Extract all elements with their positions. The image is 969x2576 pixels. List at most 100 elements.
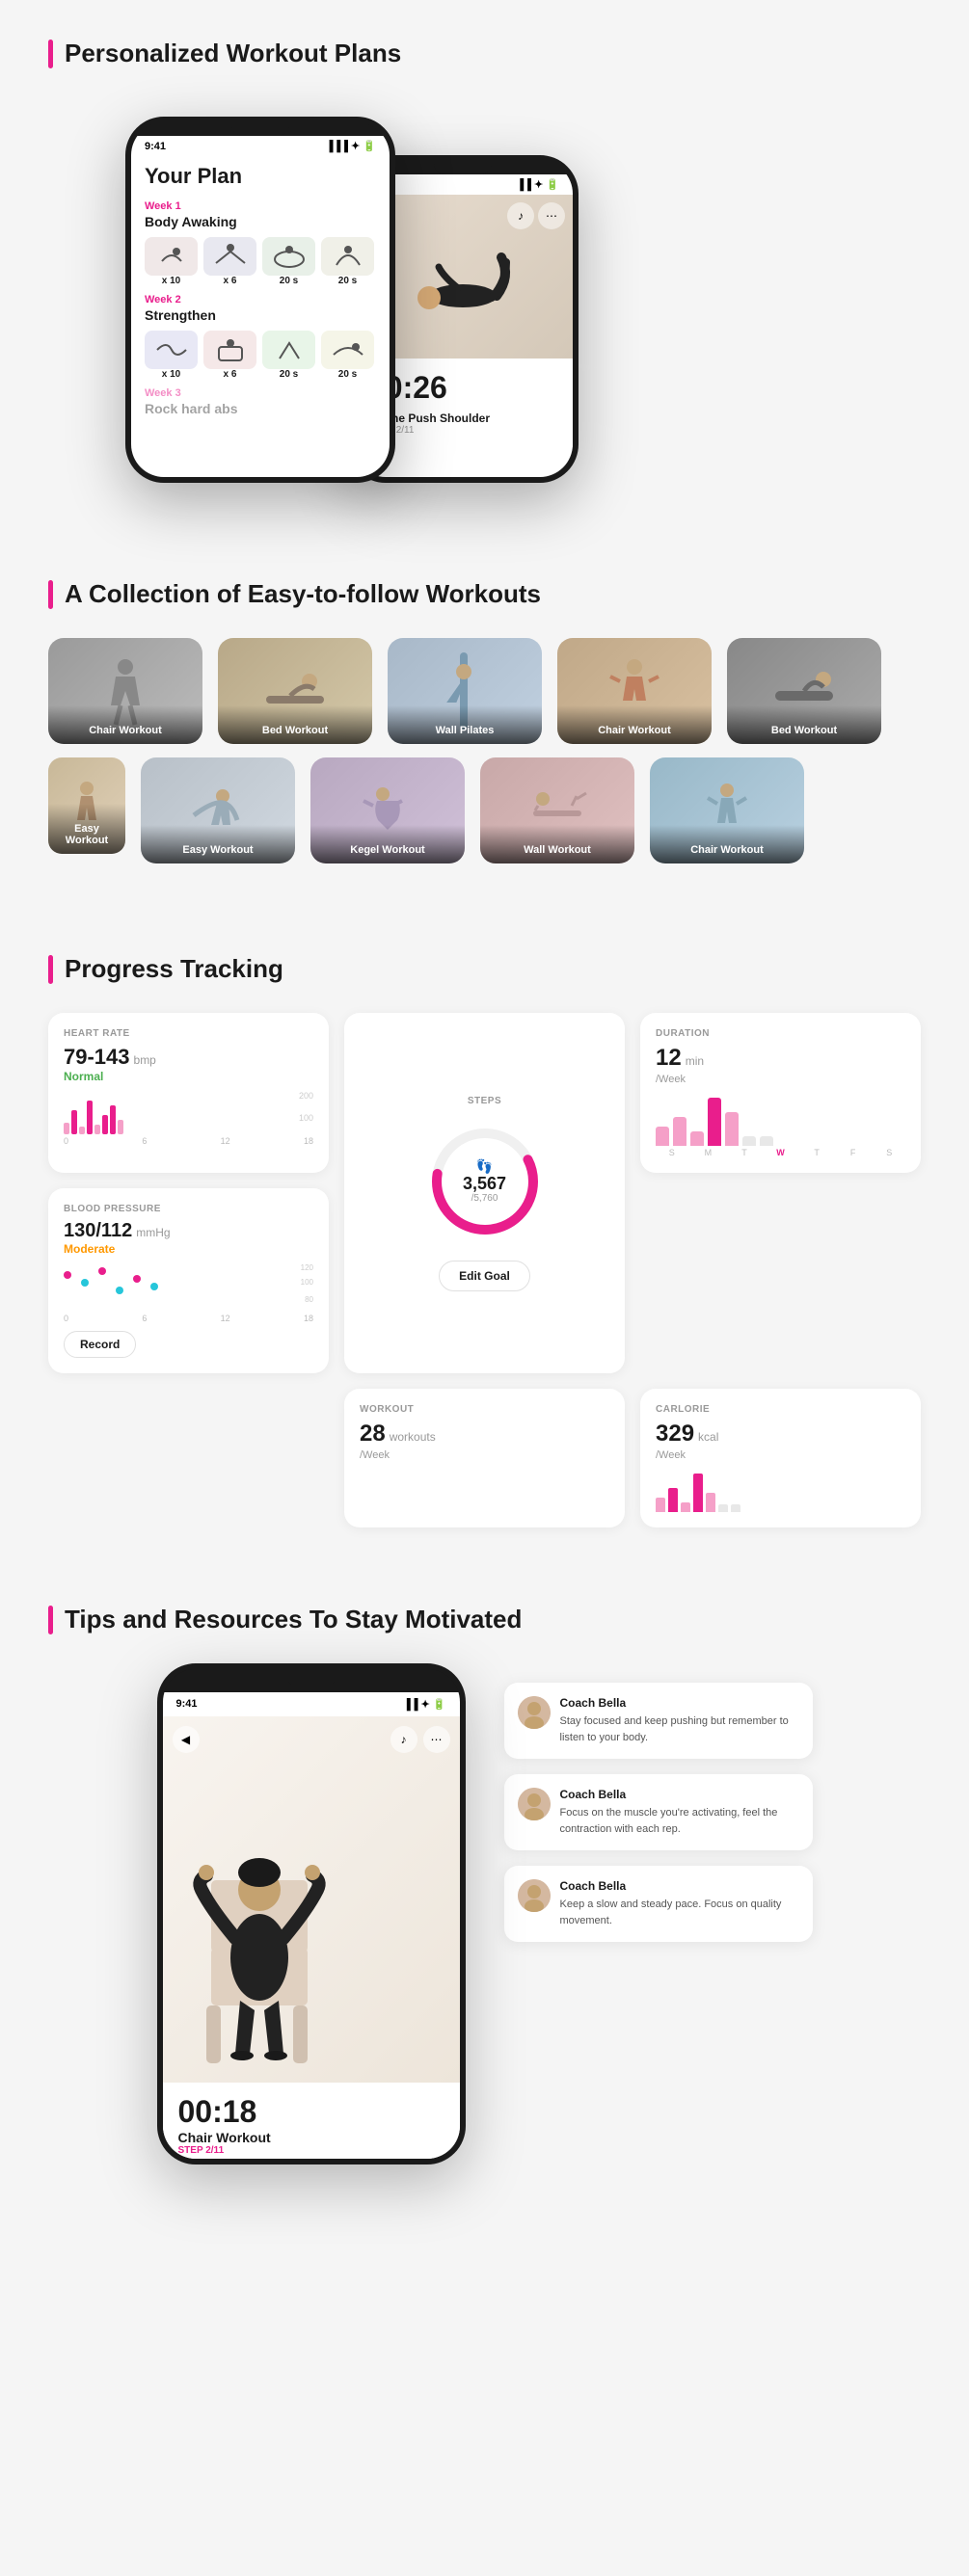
workout-row-2: Easy Workout Easy Workout Kegel Workout … (0, 757, 969, 863)
coach-avatar-3 (518, 1879, 551, 1912)
exercise-thumb (321, 237, 374, 276)
plan-title: Your Plan (145, 164, 376, 189)
tip-content-3: Coach Bella Keep a slow and steady pace.… (560, 1879, 799, 1928)
tips-workout-area: ◀ ♪ ⋯ (163, 1716, 460, 2083)
exercise-thumb (145, 237, 198, 276)
dot (133, 1275, 141, 1283)
dur-days: S M T W T F S (656, 1148, 905, 1157)
hr-value-row: 79-143 bmp (64, 1045, 313, 1070)
collection-title-wrap: A Collection of Easy-to-follow Workouts (0, 579, 969, 609)
edit-goal-button[interactable]: Edit Goal (439, 1261, 530, 1291)
phone-front: 9:41 ▐▐▐ ✦ 🔋 Your Plan Week 1 Body Awaki… (125, 117, 395, 483)
dur-bar (708, 1098, 721, 1146)
dur-bar (656, 1127, 669, 1146)
bar (118, 1120, 123, 1134)
card-label: Bed Workout (727, 705, 881, 744)
exercise-item: x 6 (203, 237, 256, 286)
exercise-item: x 10 (145, 331, 198, 380)
workout-card[interactable]: Easy Workout (141, 757, 295, 863)
tips-step: STEP 2/11 (178, 2145, 444, 2156)
workout-row-1: Chair Workout Bed Workout Wall Pilates C… (0, 638, 969, 744)
section-progress: Progress Tracking HEART RATE 79-143 bmp … (0, 916, 969, 1566)
workout-timer: 00:26 (368, 370, 557, 406)
card-label: Easy Workout (141, 825, 295, 863)
week1-label: Week 1 (145, 200, 376, 212)
workout-card[interactable]: Bed Workout (218, 638, 372, 744)
section3-title: Progress Tracking (48, 954, 921, 984)
wk-value-row: 28 workouts (360, 1421, 609, 1447)
workout-card[interactable]: Chair Workout (557, 638, 712, 744)
ex-count: x 10 (162, 369, 180, 380)
signal-back: ▐▐ ✦ 🔋 (516, 178, 559, 191)
tips-time: 9:41 (176, 1698, 198, 1711)
blood-pressure-card: BLOOD PRESSURE 130/112 mmHg Moderate 120… (48, 1188, 329, 1373)
exercise-item: 20 s (321, 237, 374, 286)
bar (79, 1127, 85, 1134)
ex-count: 20 s (338, 369, 357, 380)
cal-chart (656, 1469, 905, 1512)
bp-axis: 0 6 12 18 (64, 1314, 313, 1323)
phones-container: 9:41 ▐▐▐ ✦ 🔋 Your Plan Week 1 Body Awaki… (48, 97, 921, 502)
section1-title: Personalized Workout Plans (48, 39, 921, 68)
dot (81, 1279, 89, 1287)
phone-notch (231, 122, 289, 136)
bar (64, 1123, 69, 1134)
cal-label: CARLORIE (656, 1404, 905, 1415)
heart-rate-card: HEART RATE 79-143 bmp Normal 200 100 0 (48, 1013, 329, 1173)
back-ctrl[interactable]: ◀ (173, 1726, 200, 1753)
workout-card[interactable]: Easy Workout (48, 757, 125, 854)
steps-value: 3,567 (463, 1175, 506, 1194)
coach-avatar-1 (518, 1696, 551, 1729)
phone-top (163, 1669, 460, 1692)
tip-content-1: Coach Bella Stay focused and keep pushin… (560, 1696, 799, 1745)
bar (87, 1101, 93, 1134)
workout-card[interactable]: Chair Workout (48, 638, 202, 744)
dur-label: DURATION (656, 1028, 905, 1039)
steps-label: STEPS (468, 1096, 501, 1106)
bp-value-row: 130/112 mmHg (64, 1220, 313, 1242)
tips-screen: 9:41 ▐▐ ✦ 🔋 (163, 1692, 460, 2164)
workout-exercise-name: Incline Push Shoulder (368, 412, 557, 425)
card-label: Chair Workout (650, 825, 804, 863)
bp-status: Moderate (64, 1242, 313, 1256)
workout-card[interactable]: Wall Pilates (388, 638, 542, 744)
record-button[interactable]: Record (64, 1331, 136, 1358)
wk-unit: workouts (390, 1430, 436, 1444)
bar (110, 1105, 116, 1134)
card-label: Wall Workout (480, 825, 634, 863)
time-display: 9:41 (145, 141, 166, 152)
section-collection: A Collection of Easy-to-follow Workouts … (0, 541, 969, 916)
cal-value-row: 329 kcal (656, 1421, 905, 1447)
workout-card[interactable]: Chair Workout (650, 757, 804, 863)
workout-card[interactable]: Wall Workout (480, 757, 634, 863)
coach-name-1: Coach Bella (560, 1696, 799, 1710)
dur-value: 12 (656, 1045, 682, 1072)
week2-exercises: x 10 x 6 20 s (145, 331, 376, 380)
coach-msg-2: Focus on the muscle you're activating, f… (560, 1805, 799, 1837)
week2-title: Strengthen (145, 307, 376, 323)
card-label: Kegel Workout (310, 825, 465, 863)
exercise-item: x 6 (203, 331, 256, 380)
exercise-thumb (262, 237, 315, 276)
calorie-card: CARLORIE 329 kcal /Week (640, 1389, 921, 1527)
dot (150, 1283, 158, 1290)
exercise-item: 20 s (262, 237, 315, 286)
workout-card[interactable]: Bed Workout (727, 638, 881, 744)
chair-person-svg (182, 1755, 375, 2083)
wk-label: WORKOUT (360, 1404, 609, 1415)
workout-card[interactable]: Kegel Workout (310, 757, 465, 863)
dur-value-row: 12 min (656, 1045, 905, 1072)
week2-label: Week 2 (145, 294, 376, 305)
top-controls: ♪ ⋯ (390, 1726, 450, 1753)
ex-count: 20 s (280, 276, 298, 286)
tip-bubble-2: Coach Bella Focus on the muscle you're a… (504, 1774, 813, 1850)
person-svg (386, 219, 540, 334)
dur-bar (690, 1131, 704, 1146)
hr-value: 79-143 (64, 1045, 130, 1070)
coach-msg-1: Stay focused and keep pushing but rememb… (560, 1713, 799, 1745)
duration-card: DURATION 12 min /Week S M T W T (640, 1013, 921, 1173)
ex-count: 20 s (338, 276, 357, 286)
week3-label: Week 3 (145, 387, 376, 399)
tips-status-bar: 9:41 ▐▐ ✦ 🔋 (163, 1692, 460, 1716)
cal-sublabel: /Week (656, 1449, 905, 1461)
